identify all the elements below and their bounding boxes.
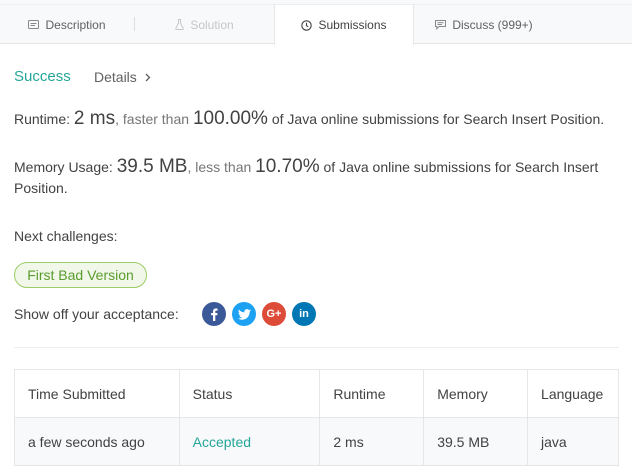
table-row: a few seconds ago Accepted 2 ms 39.5 MB … bbox=[14, 417, 619, 466]
column-header-status[interactable]: Status bbox=[178, 369, 321, 418]
tab-solution-label: Solution bbox=[190, 17, 234, 32]
facebook-icon bbox=[210, 308, 218, 321]
clock-icon bbox=[301, 19, 313, 31]
runtime-percent: 100.00% bbox=[192, 108, 268, 129]
cell-language: java bbox=[527, 417, 619, 466]
cell-runtime: 2 ms bbox=[319, 417, 425, 466]
next-challenges-label: Next challenges: bbox=[14, 228, 118, 244]
runtime-mid: , faster than bbox=[115, 111, 193, 127]
cell-memory: 39.5 MB bbox=[423, 417, 529, 466]
chat-icon bbox=[435, 19, 447, 30]
memory-prefix: Memory Usage: bbox=[14, 159, 117, 175]
tab-submissions[interactable]: Submissions bbox=[274, 5, 414, 45]
submission-status: Success bbox=[14, 68, 71, 85]
memory-mid: , less than bbox=[187, 159, 256, 175]
chevron-right-icon bbox=[145, 73, 151, 82]
column-header-time-submitted[interactable]: Time Submitted bbox=[14, 369, 180, 418]
submissions-table: Time Submitted Status Runtime Memory Lan… bbox=[14, 369, 619, 466]
linkedin-share-button[interactable]: in bbox=[292, 302, 316, 326]
submission-result-page: Description Solution Submissions Discuss… bbox=[0, 0, 632, 469]
share-label: Show off your acceptance: bbox=[14, 306, 179, 322]
runtime-value: 2 ms bbox=[73, 108, 116, 129]
runtime-suffix: of Java online submissions for Search In… bbox=[267, 111, 605, 127]
memory-percent: 10.70% bbox=[255, 156, 320, 177]
details-label: Details bbox=[94, 69, 137, 85]
table-header-row: Time Submitted Status Runtime Memory Lan… bbox=[14, 369, 619, 418]
cell-time-submitted: a few seconds ago bbox=[14, 417, 180, 466]
description-icon bbox=[28, 20, 40, 29]
runtime-prefix: Runtime: bbox=[14, 111, 74, 127]
column-header-language[interactable]: Language bbox=[527, 369, 619, 418]
twitter-share-button[interactable] bbox=[232, 302, 256, 326]
twitter-icon bbox=[237, 308, 251, 320]
flask-icon bbox=[175, 19, 185, 30]
section-divider bbox=[14, 347, 619, 348]
memory-summary: Memory Usage: 39.5 MB, less than 10.70% … bbox=[14, 156, 620, 199]
google-plus-icon: G+ bbox=[266, 308, 282, 320]
linkedin-icon: in bbox=[299, 308, 309, 320]
cell-status-accepted-link[interactable]: Accepted bbox=[178, 417, 321, 466]
tab-solution[interactable]: Solution bbox=[135, 5, 274, 44]
tab-description-label: Description bbox=[45, 17, 106, 32]
tab-submissions-label: Submissions bbox=[318, 18, 387, 32]
tab-description[interactable]: Description bbox=[0, 5, 134, 44]
tab-bar: Description Solution Submissions Discuss… bbox=[0, 0, 632, 45]
column-header-runtime[interactable]: Runtime bbox=[319, 369, 425, 418]
tab-discuss[interactable]: Discuss (999+) bbox=[414, 5, 554, 44]
google-plus-share-button[interactable]: G+ bbox=[262, 302, 286, 326]
runtime-summary: Runtime: 2 ms, faster than 100.00% of Ja… bbox=[14, 108, 624, 130]
column-header-memory[interactable]: Memory bbox=[423, 369, 529, 418]
memory-value: 39.5 MB bbox=[116, 156, 188, 177]
facebook-share-button[interactable] bbox=[202, 302, 226, 326]
challenge-first-bad-version-button[interactable]: First Bad Version bbox=[14, 262, 147, 288]
details-link[interactable]: Details bbox=[94, 69, 151, 85]
tab-discuss-label: Discuss (999+) bbox=[452, 17, 533, 32]
